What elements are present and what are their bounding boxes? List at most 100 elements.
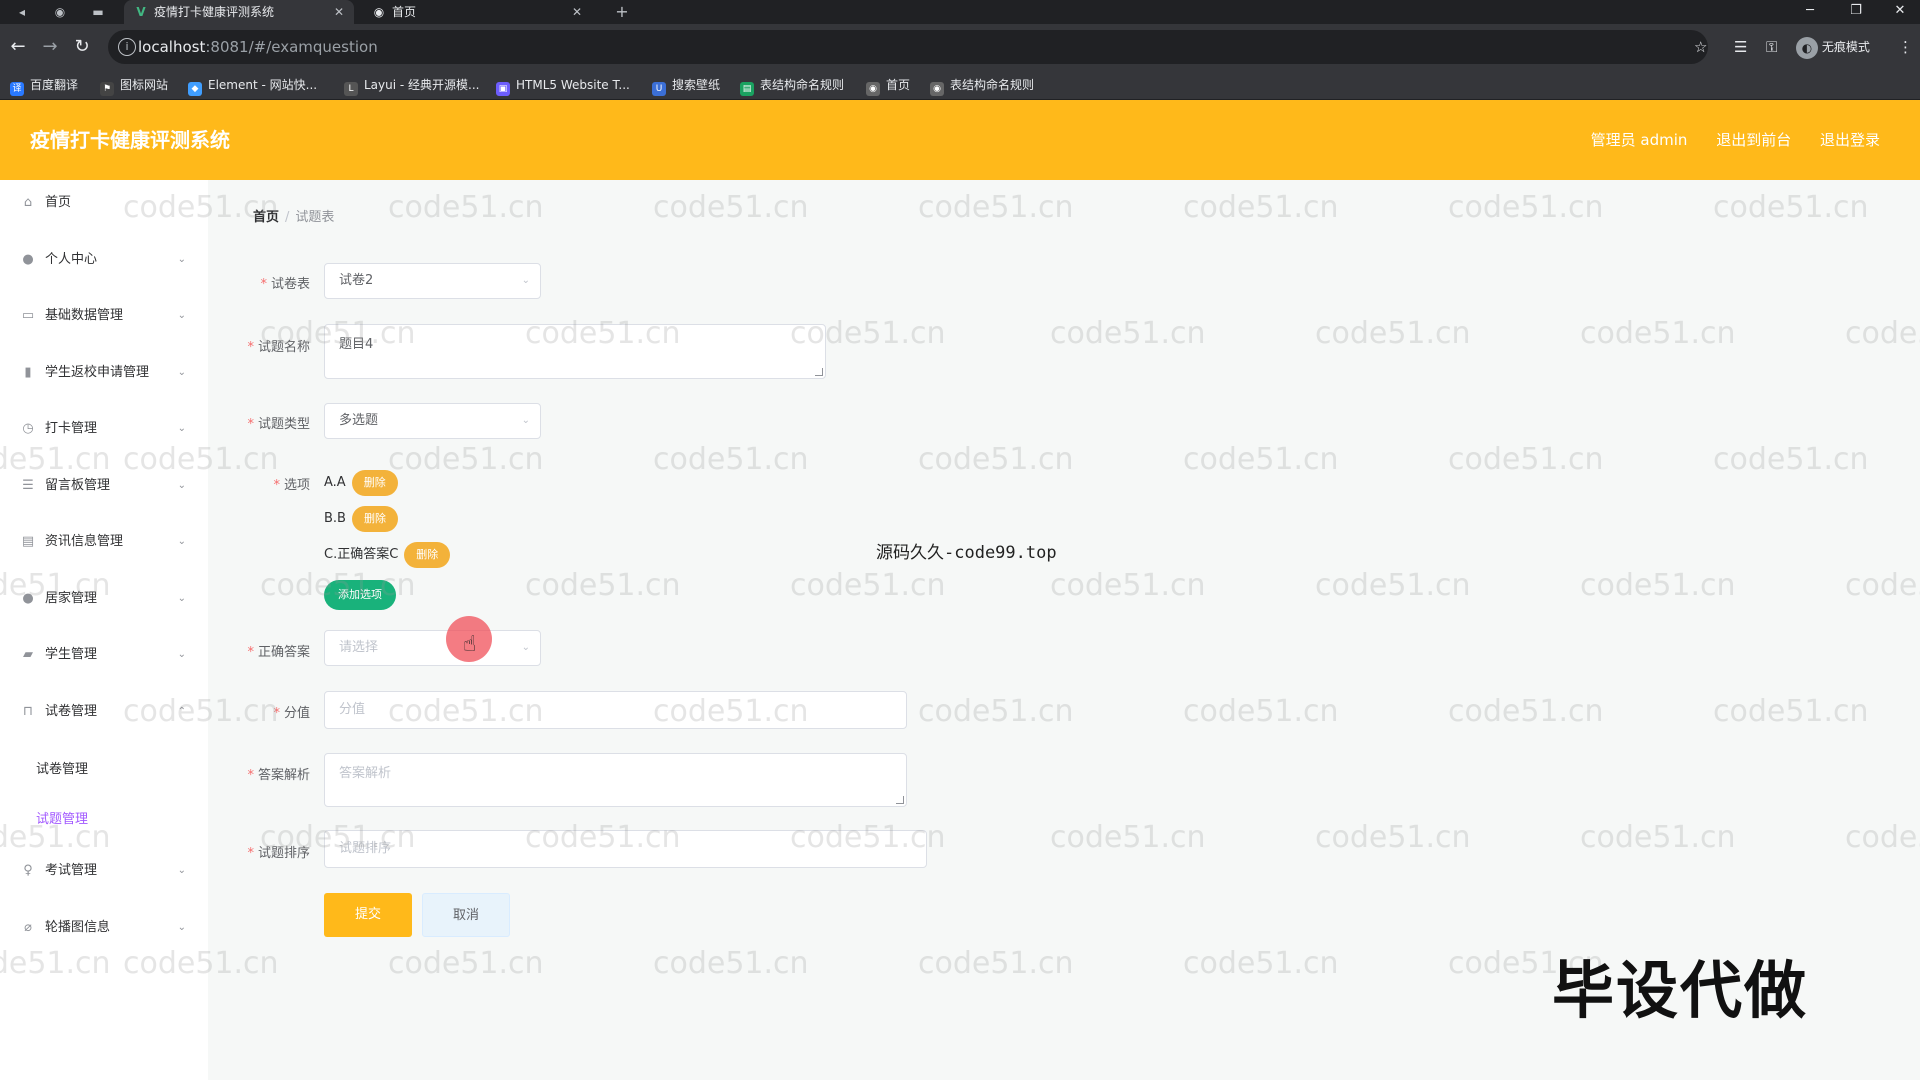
bookmark-item[interactable]: ◉ 表结构命名规则 — [930, 70, 1034, 100]
bookmark-item[interactable]: ⚑ 图标网站 — [100, 70, 168, 100]
flag-icon: ⚑ — [100, 82, 114, 96]
new-tab-button[interactable]: + — [612, 2, 632, 22]
chevron-up-icon: ⌃ — [177, 706, 186, 717]
logout-link[interactable]: 退出登录 — [1820, 131, 1880, 149]
translate-icon: 译 — [10, 82, 24, 96]
admin-user-link[interactable]: 管理员 admin — [1591, 131, 1688, 149]
header-links: 管理员 admin 退出到前台 退出登录 — [1567, 100, 1880, 180]
tab-close-icon[interactable]: ✕ — [572, 0, 582, 24]
bookmark-item[interactable]: L Layui - 经典开源模... — [344, 70, 479, 100]
sidebar-item-checkin[interactable]: ◷ 打卡管理 ⌄ — [0, 401, 208, 457]
back-icon[interactable]: ← — [6, 35, 30, 59]
house-icon: ● — [22, 591, 34, 606]
tab-title: 首页 — [392, 5, 417, 19]
bookmark-item[interactable]: 译百度翻译 — [10, 70, 78, 100]
breadcrumb-home[interactable]: 首页 — [253, 210, 279, 225]
chevron-down-icon: ⌄ — [177, 310, 186, 321]
sidebar-item-return-apply[interactable]: ▮ 学生返校申请管理 ⌄ — [0, 345, 208, 401]
sidebar-item-basic-data[interactable]: ▭ 基础数据管理 ⌄ — [0, 288, 208, 344]
bookmark-item[interactable]: U 搜索壁纸 — [652, 70, 720, 100]
exam-icon: ♀ — [23, 863, 33, 878]
tab-search-icon[interactable]: ◂ — [12, 2, 32, 22]
sidebar-item-profile[interactable]: ● 个人中心 ⌄ — [0, 232, 208, 288]
chevron-down-icon: ⌄ — [177, 649, 186, 660]
hand-cursor-icon: ☝ — [463, 632, 477, 657]
sidebar-item-papers[interactable]: ⊓ 试卷管理 ⌃ — [0, 684, 208, 740]
browser-tab-bar: ◂ ◉ ▬ V 疫情打卡健康评测系统 ✕ ◉ 首页 ✕ + ─ ❐ ✕ — [0, 0, 1920, 24]
delete-option-button[interactable]: 删除 — [351, 469, 398, 496]
browser-tab-active[interactable]: V 疫情打卡健康评测系统 ✕ — [124, 0, 354, 24]
analysis-label: * 答案解析 — [247, 768, 310, 783]
analysis-textarea[interactable]: 答案解析 — [324, 753, 907, 807]
option-row-a: A.A 删除 — [324, 469, 398, 497]
chevron-down-icon: ⌄ — [521, 642, 530, 653]
reading-list-icon[interactable]: ☰ — [1734, 35, 1747, 59]
chevron-down-icon: ⌄ — [177, 536, 186, 547]
delete-option-button[interactable]: 删除 — [404, 541, 451, 568]
bookmark-item[interactable]: ◆ Element - 网站快... — [188, 70, 317, 100]
breadcrumb-separator: / — [285, 210, 290, 225]
option-text: A.A — [324, 475, 346, 490]
browser-tab-home[interactable]: ◉ 首页 ✕ — [362, 0, 592, 24]
delete-option-button[interactable]: 删除 — [351, 505, 398, 532]
question-name-label: * 试题名称 — [247, 340, 310, 355]
sidebar-subitem-paper-manage[interactable]: 试卷管理 — [0, 745, 208, 795]
tab-close-icon[interactable]: ✕ — [334, 0, 344, 24]
question-type-select[interactable]: 多选题 ⌄ — [324, 403, 541, 439]
browser-globe-icon[interactable]: ◉ — [50, 2, 70, 22]
correct-answer-select[interactable]: 请选择 ⌄ — [324, 630, 541, 666]
chevron-down-icon: ⌄ — [177, 423, 186, 434]
incognito-icon: ◐ — [1796, 36, 1818, 59]
chart-icon: ▮ — [24, 365, 32, 380]
exit-to-front-link[interactable]: 退出到前台 — [1716, 131, 1791, 149]
key-icon[interactable]: ⚿ — [1766, 35, 1777, 59]
reload-icon[interactable]: ↻ — [70, 35, 94, 59]
app-header: 疫情打卡健康评测系统 管理员 admin 退出到前台 退出登录 — [0, 100, 1920, 180]
bookmark-item[interactable]: ▣ HTML5 Website T... — [496, 70, 630, 100]
vue-favicon-icon: V — [136, 5, 146, 19]
url-omnibox[interactable]: i localhost:8081/#/examquestion ☆ — [108, 30, 1708, 64]
bookmark-star-icon[interactable]: ☆ — [1694, 35, 1707, 59]
sidebar-item-students[interactable]: ▰ 学生管理 ⌄ — [0, 627, 208, 683]
option-row-c: C.正确答案C 删除 — [324, 541, 451, 569]
sidebar-subitem-question-manage[interactable]: 试题管理 — [0, 795, 208, 845]
url-host: localhost — [138, 38, 206, 56]
url-text[interactable]: localhost:8081/#/examquestion — [138, 30, 378, 64]
restore-icon[interactable]: ❐ — [1836, 0, 1876, 24]
close-window-icon[interactable]: ✕ — [1880, 0, 1920, 24]
chevron-down-icon: ⌄ — [521, 275, 530, 286]
score-input[interactable]: 分值 — [324, 691, 907, 729]
sort-placeholder: 试题排序 — [339, 841, 392, 856]
sidebar-item-carousel[interactable]: ⌀ 轮播图信息 ⌄ — [0, 900, 208, 956]
promo-overlay-text: 毕设代做 — [1552, 954, 1809, 1027]
forward-icon[interactable]: → — [38, 35, 62, 59]
sidebar-item-exams[interactable]: ♀ 考试管理 ⌄ — [0, 843, 208, 899]
add-option-button[interactable]: 添加选项 — [324, 580, 396, 610]
element-icon: ◆ — [188, 82, 202, 96]
sidebar-item-news[interactable]: ▤ 资讯信息管理 ⌄ — [0, 514, 208, 570]
bookmark-item[interactable]: ▤ 表结构命名规则 — [740, 70, 844, 100]
paper-label: * 试卷表 — [260, 277, 310, 292]
score-label: * 分值 — [273, 706, 310, 721]
site-info-icon[interactable]: i — [118, 38, 136, 56]
incognito-profile[interactable]: ◐ 无痕模式 — [1796, 35, 1870, 59]
paper-select[interactable]: 试卷2 ⌄ — [324, 263, 541, 299]
correct-answer-placeholder: 请选择 — [339, 640, 379, 655]
sort-input[interactable]: 试题排序 — [324, 830, 927, 868]
resize-handle-icon[interactable] — [815, 368, 823, 376]
browser-menu-icon[interactable]: ⋮ — [1898, 35, 1913, 59]
bookmark-item[interactable]: ◉ 首页 — [866, 70, 910, 100]
breadcrumb: 首页 / 试题表 — [253, 206, 334, 225]
cancel-button[interactable]: 取消 — [422, 893, 510, 937]
question-name-textarea[interactable]: 题目4 — [324, 324, 826, 379]
minimize-icon[interactable]: ─ — [1790, 0, 1830, 24]
sidebar-item-home-quarantine[interactable]: ● 居家管理 ⌄ — [0, 571, 208, 627]
chevron-down-icon: ⌄ — [521, 415, 530, 426]
submit-button[interactable]: 提交 — [324, 893, 412, 937]
sidebar-item-home[interactable]: ⌂ 首页 — [0, 175, 208, 231]
correct-answer-label: * 正确答案 — [247, 645, 310, 660]
window-icon[interactable]: ▬ — [88, 2, 108, 22]
resize-handle-icon[interactable] — [896, 796, 904, 804]
sidebar-item-message-board[interactable]: ☰ 留言板管理 ⌄ — [0, 458, 208, 514]
html5-icon: ▣ — [496, 82, 510, 96]
